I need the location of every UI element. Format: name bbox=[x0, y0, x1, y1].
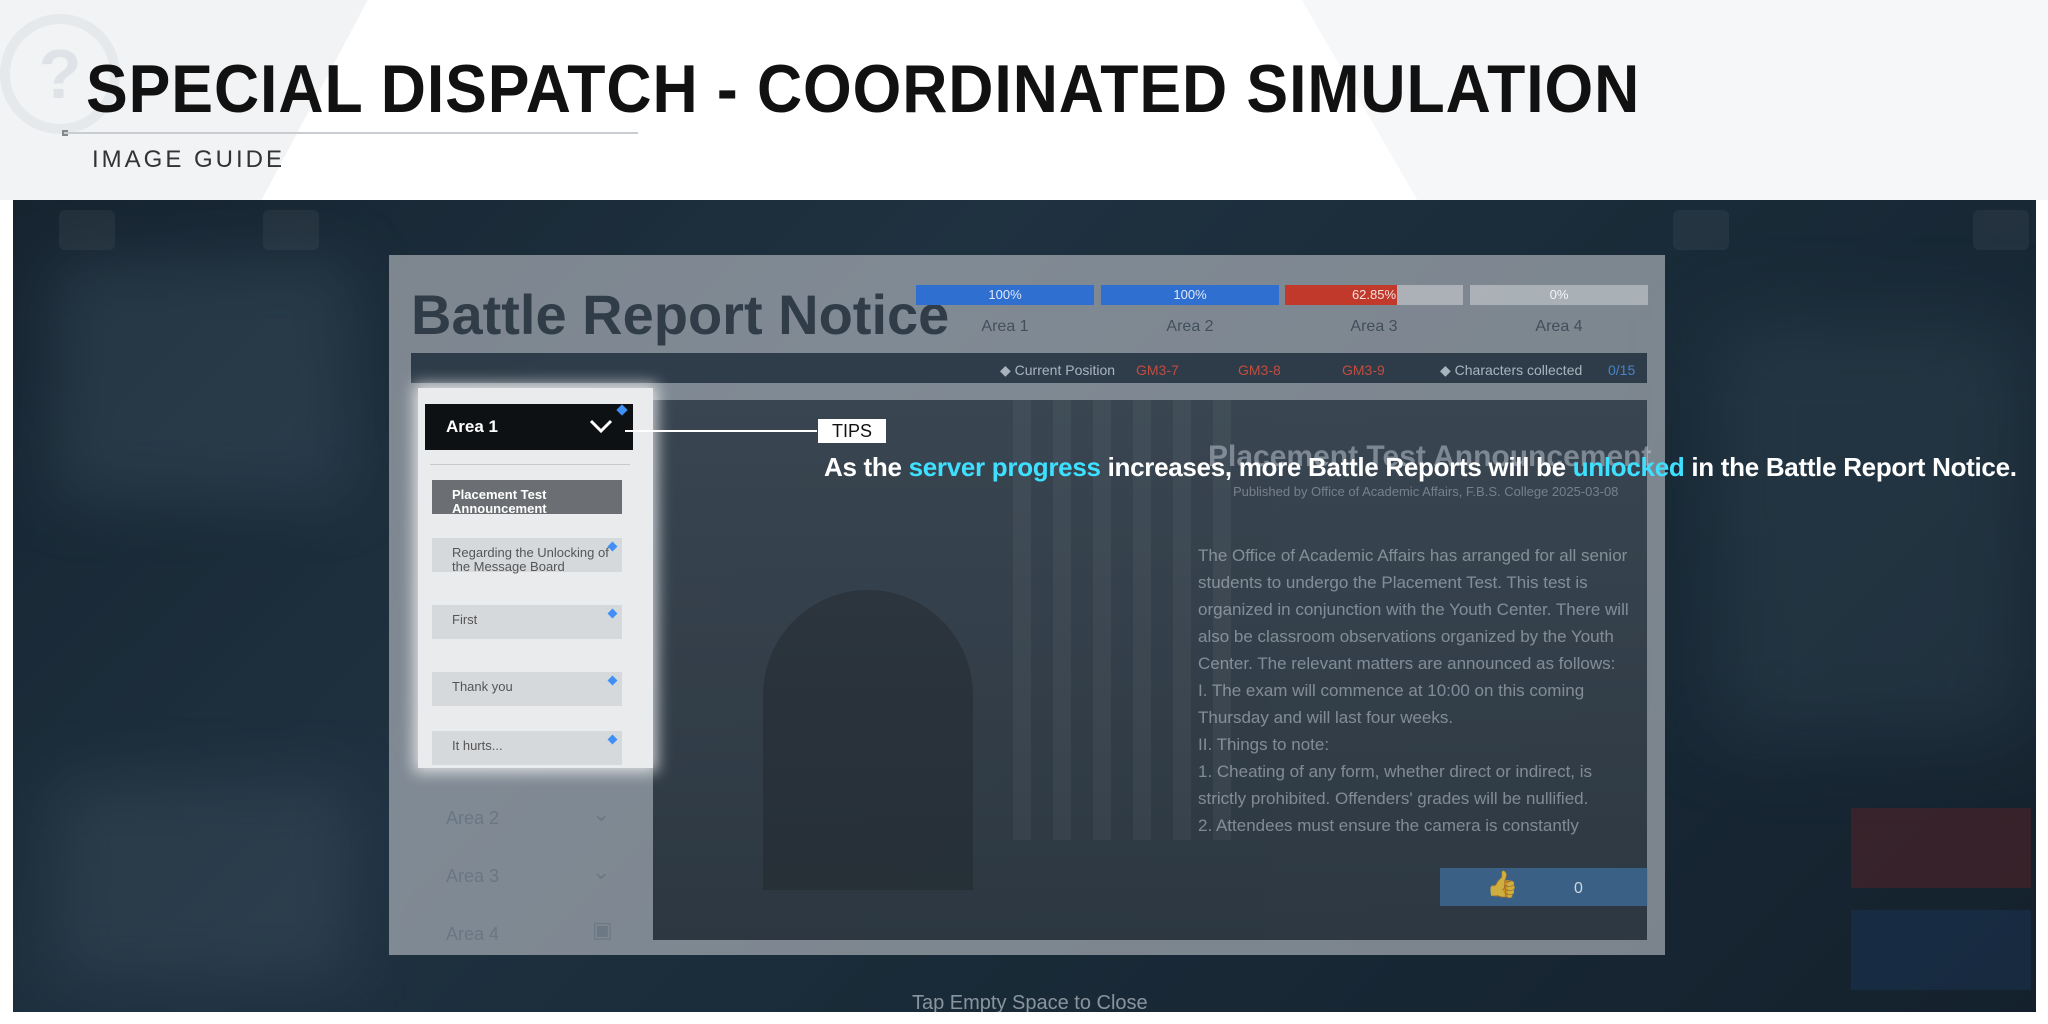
report-list-item[interactable]: Regarding the Unlocking of the Message B… bbox=[432, 538, 622, 574]
new-indicator-icon bbox=[607, 734, 618, 745]
sidebar-item-area-2[interactable]: Area 2 bbox=[446, 808, 499, 829]
progress-percent: 100% bbox=[988, 287, 1022, 302]
report-list-item[interactable]: Placement Test Announcement bbox=[432, 480, 622, 516]
chevron-down-icon: ⌄ bbox=[592, 860, 611, 885]
report-list-item[interactable]: It hurts... bbox=[432, 731, 622, 765]
page-title: SPECIAL DISPATCH - COORDINATED SIMULATIO… bbox=[86, 51, 1641, 127]
tip-highlight: server progress bbox=[908, 452, 1101, 482]
title-divider bbox=[64, 132, 638, 134]
area-tab-label[interactable]: Area 4 bbox=[1470, 318, 1648, 336]
article-body: The Office of Academic Affairs has arran… bbox=[1198, 546, 1629, 835]
page-subtitle: IMAGE GUIDE bbox=[92, 146, 286, 173]
report-list-item[interactable]: Thank you bbox=[432, 672, 622, 706]
article-meta: Published by Office of Academic Affairs,… bbox=[1233, 484, 1619, 499]
characters-collected-label: ◆ Characters collected bbox=[1440, 362, 1583, 378]
sidebar-item-area-4[interactable]: Area 4 bbox=[446, 924, 499, 945]
like-button[interactable] bbox=[1440, 868, 1648, 906]
area-tab-label[interactable]: Area 2 bbox=[1101, 318, 1279, 336]
position-code: GM3-9 bbox=[1342, 362, 1385, 378]
position-code: GM3-8 bbox=[1238, 362, 1281, 378]
area-tab-label[interactable]: Area 3 bbox=[1285, 318, 1463, 336]
report-item-label: Placement Test Announcement bbox=[452, 487, 547, 516]
dialog-title: Battle Report Notice bbox=[411, 283, 950, 346]
position-code: GM3-7 bbox=[1136, 362, 1179, 378]
current-position-label: ◆ Current Position bbox=[1000, 362, 1116, 378]
progress-percent: 0% bbox=[1549, 287, 1569, 302]
sidebar-divider bbox=[430, 464, 630, 465]
tip-connector-line bbox=[625, 430, 817, 432]
guide-header: ? SPECIAL DISPATCH - COORDINATED SIMULAT… bbox=[0, 0, 2048, 200]
tip-highlight: unlocked bbox=[1572, 452, 1685, 482]
area-progress-bar: 0% bbox=[1470, 285, 1648, 305]
area-tab-label[interactable]: Area 1 bbox=[916, 318, 1094, 336]
chevron-down-icon: ⌄ bbox=[592, 802, 611, 827]
lock-icon: ▣ bbox=[592, 918, 613, 943]
characters-collected-value: 0/15 bbox=[1608, 362, 1636, 378]
thumbs-up-icon: 👍 bbox=[1486, 870, 1519, 900]
sidebar-item-label: Area 1 bbox=[446, 417, 498, 436]
tip-text: As the server progress increases, more B… bbox=[824, 452, 2017, 482]
area-progress-bar: 100% bbox=[1101, 285, 1279, 305]
progress-percent: 62.85% bbox=[1351, 287, 1397, 302]
area-progress-bar: 62.85% bbox=[1285, 285, 1463, 305]
new-indicator-icon bbox=[607, 675, 618, 686]
new-indicator-icon bbox=[607, 541, 618, 552]
report-item-label: First bbox=[452, 612, 478, 627]
report-list-item[interactable]: First bbox=[432, 605, 622, 639]
report-item-label: Thank you bbox=[452, 679, 513, 694]
new-indicator-icon bbox=[607, 608, 618, 619]
chevron-down-icon bbox=[589, 419, 613, 434]
report-item-label: Regarding the Unlocking of the Message B… bbox=[452, 545, 609, 574]
tip-label: TIPS bbox=[818, 419, 886, 443]
report-item-label: It hurts... bbox=[452, 738, 503, 753]
progress-percent: 100% bbox=[1173, 287, 1207, 302]
area-progress-bar: 100% bbox=[916, 285, 1094, 305]
close-hint[interactable]: Tap Empty Space to Close bbox=[912, 992, 1148, 1015]
sidebar-item-area-3[interactable]: Area 3 bbox=[446, 866, 499, 887]
background-arch bbox=[763, 590, 973, 890]
like-count: 0 bbox=[1574, 880, 1583, 897]
